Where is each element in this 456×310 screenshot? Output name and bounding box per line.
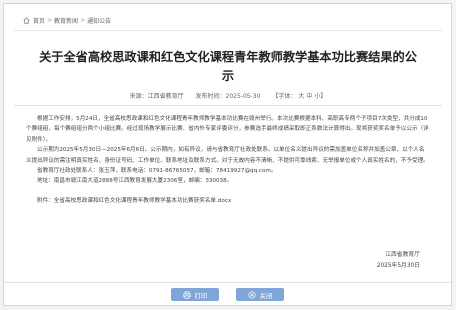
button-bar-divider bbox=[3, 282, 453, 283]
breadcrumb-item-home[interactable]: 首页 bbox=[33, 16, 45, 25]
paragraph-announcement: 根据工作安排，5月24日，全省高校思政课和红色文化课程青年教师教学基本功比赛在赣… bbox=[26, 116, 429, 143]
paragraph-contact: 省教育厅社政处联系人：张玉萍，联系电话：0791-86765057，邮箱：784… bbox=[37, 168, 277, 175]
printer-icon bbox=[182, 290, 191, 299]
paragraph-address: 地址：南昌市赣江南大道2888号江西教育发展大厦2306室，邮编：330038。 bbox=[37, 178, 233, 185]
meta-divider bbox=[14, 105, 442, 106]
print-button[interactable]: 打印 bbox=[171, 288, 219, 301]
breadcrumb-item-notices[interactable]: 通知公告 bbox=[87, 16, 111, 25]
close-button-label: 关闭 bbox=[259, 291, 273, 300]
font-size-switcher: 【字体：大中小】 bbox=[272, 93, 326, 100]
breadcrumb-separator: > bbox=[80, 17, 86, 24]
print-button-label: 打印 bbox=[194, 291, 208, 300]
font-size-large-link[interactable]: 大 bbox=[298, 93, 304, 100]
page-title: 关于全省高校思政课和红色文化课程青年教师教学基本功比赛结果的公 示 bbox=[30, 48, 426, 86]
home-icon bbox=[23, 17, 30, 24]
breadcrumb-divider bbox=[14, 30, 442, 31]
font-size-close: 】 bbox=[320, 93, 327, 100]
breadcrumb-separator: > bbox=[47, 17, 53, 24]
title-line-1: 关于全省高校思政课和红色文化课程青年教师教学基本功比赛结果的公 bbox=[39, 50, 417, 64]
attachment-link[interactable]: 附件：全省高校思政课和红色文化课程青年教师教学基本功比赛获奖名单.docx bbox=[26, 196, 430, 206]
font-size-label: 【字体： bbox=[272, 93, 297, 100]
article-meta: 来源：江西省教育厅 发布时间：2025-05-30 【字体：大中小】 bbox=[14, 91, 442, 100]
breadcrumb-item-education-news[interactable]: 教育新闻 bbox=[54, 16, 78, 25]
paragraph-publicity-period: 公示期为2025年5月30日—2025年6月6日。公示期内，如有异议，请与省教育… bbox=[26, 147, 429, 164]
signature-org: 江西省教育厅 bbox=[385, 252, 420, 258]
font-size-medium-link[interactable]: 中 bbox=[306, 93, 312, 100]
close-icon bbox=[247, 290, 256, 299]
breadcrumb: 首页 > 教育新闻 > 通知公告 bbox=[23, 15, 111, 26]
close-button[interactable]: 关闭 bbox=[236, 288, 284, 301]
signature-date: 2025年5月30日 bbox=[376, 263, 420, 269]
article-body: 根据工作安排，5月24日，全省高校思政课和红色文化课程青年教师教学基本功比赛在赣… bbox=[26, 114, 430, 206]
article-signature: 江西省教育厅 2025年5月30日 bbox=[377, 250, 420, 272]
title-line-2: 示 bbox=[221, 69, 235, 83]
article-source: 来源：江西省教育厅 bbox=[129, 93, 184, 100]
article-date: 发布时间：2025-05-30 bbox=[195, 93, 261, 100]
